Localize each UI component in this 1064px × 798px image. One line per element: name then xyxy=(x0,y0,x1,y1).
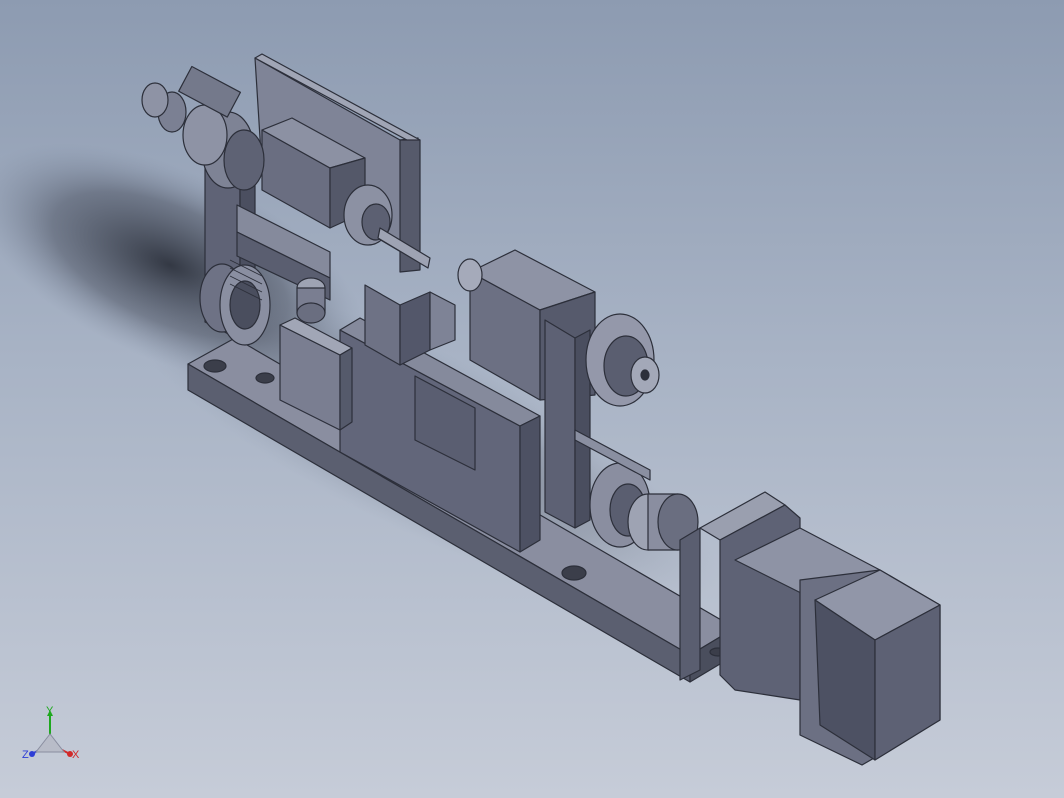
triad-y-label: Y xyxy=(46,705,54,717)
orientation-triad[interactable]: Y Z X xyxy=(18,702,90,774)
triad-z-label: Z xyxy=(22,749,29,761)
triad-axes-icon xyxy=(29,710,73,757)
graphics-viewport[interactable]: Y Z X xyxy=(0,0,1064,798)
cad-model-assembly[interactable] xyxy=(0,0,1064,798)
triad-x-label: X xyxy=(72,749,80,761)
